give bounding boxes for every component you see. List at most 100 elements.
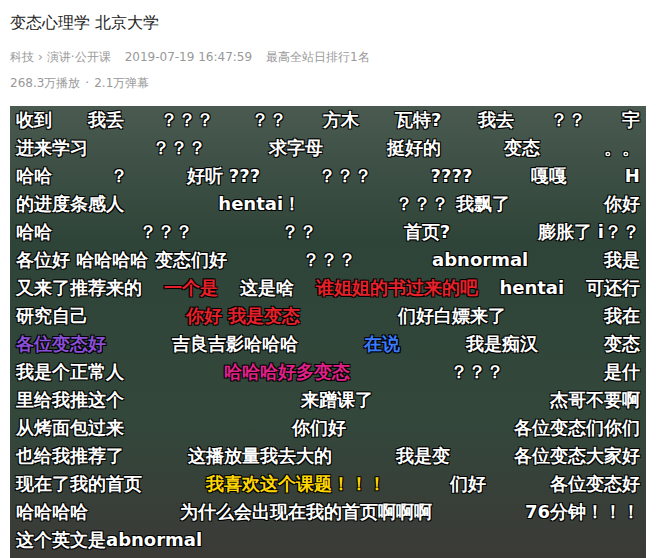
danmaku-comment: 又来了推荐来的 — [16, 276, 142, 300]
danmaku-comment: 哈哈 — [16, 220, 52, 244]
breadcrumb: 科技› 演讲·公开课 — [10, 48, 111, 66]
danmaku-row: 我是个正常人哈哈哈好多变态？？？是什 — [16, 358, 640, 386]
danmaku-comment: 好听 ??? — [187, 164, 261, 188]
danmaku-comment: 各位变态好 — [16, 332, 106, 356]
danmaku-comment: ？？？ — [302, 248, 356, 272]
danmaku-comment: ？？？ — [152, 136, 206, 160]
danmaku-row: 研究自己 你好 我是变态 们好白嫖来了 我在 — [16, 302, 640, 330]
danmaku-comment: 你好 我是变态 — [186, 304, 300, 328]
danmaku-comment: 挺好的 — [387, 136, 441, 160]
danmaku-comment: H — [625, 164, 640, 188]
danmaku-row: 哈哈哈哈 为什么会出现在我的首页啊啊啊 76分钟！！！ — [16, 498, 640, 526]
danmaku-comment: 这是啥 — [240, 276, 294, 300]
danmaku-comment: 来蹭课了 — [301, 388, 373, 412]
danmaku-comment: 一个是 — [164, 276, 218, 300]
danmaku-comment: 方木 — [323, 108, 359, 132]
danmaku-comment: 各位变态大家好 — [514, 444, 640, 468]
video-meta: 科技› 演讲·公开课 2019-07-19 16:47:59 最高全站日排行1名 — [10, 48, 646, 66]
danmaku-comment: 现在了我的首页 — [16, 472, 142, 496]
danmaku-comment: ？？ — [281, 220, 317, 244]
stat: · — [85, 74, 89, 92]
danmaku-comment: 变态 — [604, 332, 640, 356]
danmaku-comment: 研究自己 — [16, 304, 88, 328]
danmaku-comment: 这播放量我去大的 — [188, 444, 332, 468]
danmaku-comment: 哈哈 — [16, 164, 52, 188]
danmaku-row: 这个英文是abnormal — [16, 526, 640, 554]
danmaku-comment: 。。 — [604, 136, 640, 160]
danmaku-comment: ???? — [431, 164, 473, 188]
danmaku-comment: 进来学习 — [16, 136, 88, 160]
danmaku-comment: ？？？ — [139, 220, 193, 244]
danmaku-comment: 各位好 哈哈哈哈 变态们好 — [16, 248, 227, 272]
stat: 268.3万播放 — [10, 74, 80, 92]
danmaku-comment: 各位变态们你们 — [514, 416, 640, 440]
danmaku-comment: 我喜欢这个课题！！！ — [206, 472, 386, 496]
danmaku-row: 收到我丢？？？？？方木瓦特?我去？？宇 — [16, 106, 640, 134]
publish-date: 2019-07-19 16:47:59 — [125, 48, 252, 66]
danmaku-comment: hentai！ — [218, 192, 301, 216]
danmaku-comment: hentai — [499, 276, 564, 300]
video-page: 变态心理学 北京大学 科技› 演讲·公开课 2019-07-19 16:47:5… — [0, 0, 656, 558]
danmaku-comment: 哈哈哈哈 — [16, 500, 88, 524]
danmaku-comment: abnormal — [432, 248, 528, 272]
video-stats: 268.3万播放 · 2.1万弹幕 — [10, 74, 646, 92]
danmaku-comment: ？？？ — [450, 360, 504, 384]
breadcrumb-link[interactable]: 科技 — [10, 48, 34, 66]
danmaku-comment: 宇 — [622, 108, 640, 132]
danmaku-comment: 里给我推这个 — [16, 388, 124, 412]
danmaku-comment: 们好 — [450, 472, 486, 496]
danmaku-comment: 膨胀了 i？？ — [538, 220, 640, 244]
danmaku-row: 又来了推荐来的一个是这是啥谁姐姐的书过来的吧 hentai 可还行 — [16, 274, 640, 302]
danmaku-comment: 我去 — [478, 108, 514, 132]
danmaku-comment: 吉良吉影哈哈哈 — [172, 332, 298, 356]
video-title: 变态心理学 北京大学 — [10, 12, 646, 34]
danmaku-row: 也给我推荐了 这播放量我去大的 我是变 各位变态大家好 — [16, 442, 640, 470]
danmaku-comment: ？？ — [550, 108, 586, 132]
danmaku-comment: 们好白嫖来了 — [398, 304, 506, 328]
danmaku-comment: 嘎嘎 — [531, 164, 567, 188]
danmaku-comment: 的进度条感人 — [16, 192, 124, 216]
danmaku-row: 的进度条感人 hentai！ ？？？ 我飘了 你好 — [16, 190, 640, 218]
danmaku-comment: 这个英文是abnormal — [16, 528, 202, 552]
danmaku-comment: 求字母 — [269, 136, 323, 160]
danmaku-comment: 收到 — [16, 108, 52, 132]
danmaku-comment: ？？？ — [318, 164, 372, 188]
danmaku-comment: 各位变态好 — [550, 472, 640, 496]
danmaku-comment: 你好 — [604, 192, 640, 216]
danmaku-comment: ？？ — [251, 108, 287, 132]
danmaku-comment: 从烤面包过来 — [16, 416, 124, 440]
danmaku-row: 各位变态好 吉良吉影哈哈哈 在说 我是痴汉 变态 — [16, 330, 640, 358]
danmaku-comment: 也给我推荐了 — [16, 444, 124, 468]
danmaku-comment: 谁姐姐的书过来的吧 — [316, 276, 478, 300]
danmaku-row: 哈哈 ？ 好听 ??? ？？？???? 嘎嘎 H — [16, 162, 640, 190]
breadcrumb-separator: › — [38, 48, 43, 66]
danmaku-comment: ？？？ — [160, 108, 214, 132]
danmaku-comment: 我在 — [604, 304, 640, 328]
danmaku-comment: 可还行 — [586, 276, 640, 300]
danmaku-comment: 变态 — [504, 136, 540, 160]
danmaku-row: 现在了我的首页 我喜欢这个课题！！！ 们好 各位变态好 — [16, 470, 640, 498]
danmaku-comment: ？ — [110, 164, 128, 188]
danmaku-comment: 是什 — [604, 360, 640, 384]
danmaku-comment: 哈哈哈好多变态 — [224, 360, 350, 384]
danmaku-comment: 我丢 — [88, 108, 124, 132]
danmaku-row: 各位好 哈哈哈哈 变态们好 ？？？ abnormal 我是 — [16, 246, 640, 274]
breadcrumb-link[interactable]: 演讲·公开课 — [47, 48, 111, 66]
rank[interactable]: 最高全站日排行1名 — [266, 48, 370, 66]
danmaku-comment: ？？？ 我飘了 — [395, 192, 509, 216]
danmaku-comment: 首页? — [404, 220, 450, 244]
danmaku-comment: 我是 — [604, 248, 640, 272]
danmaku-comment: 瓦特? — [395, 108, 441, 132]
danmaku-comment: 我是变 — [396, 444, 450, 468]
danmaku-comment: 在说 — [364, 332, 400, 356]
danmaku-comment: 76分钟！！！ — [525, 500, 640, 524]
danmaku-comment: 我是痴汉 — [466, 332, 538, 356]
danmaku-comment: 为什么会出现在我的首页啊啊啊 — [180, 500, 432, 524]
danmaku-comment: 你们好 — [292, 416, 346, 440]
stat: 2.1万弹幕 — [94, 74, 149, 92]
video-player[interactable]: 收到我丢？？？？？方木瓦特?我去？？宇进来学习？？？求字母挺好的变态。。哈哈？好… — [10, 106, 646, 558]
danmaku-row: 从烤面包过来 你们好 各位变态们你们 — [16, 414, 640, 442]
danmaku-row: 里给我推这个来蹭课了杰哥不要啊 — [16, 386, 640, 414]
danmaku-row: 哈哈？？？？？首页?膨胀了 i？？ — [16, 218, 640, 246]
danmaku-row: 进来学习 ？？？ 求字母 挺好的 变态 。。 — [16, 134, 640, 162]
